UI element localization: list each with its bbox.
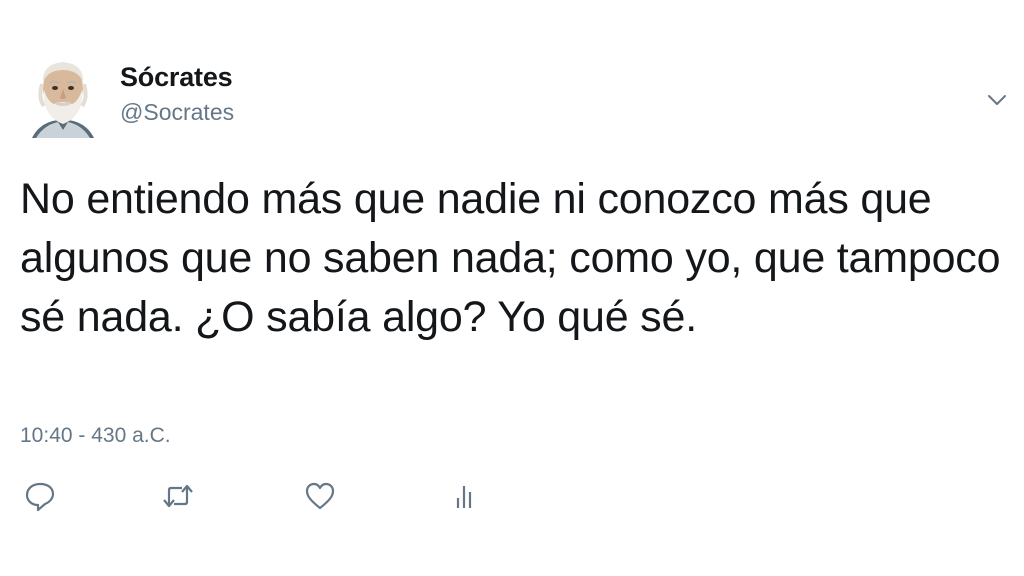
heart-icon[interactable] [302,478,338,514]
socrates-bust-avatar [32,62,94,138]
analytics-icon[interactable] [446,478,482,514]
tweet-timestamp[interactable]: 10:40 - 430 a.C. [20,424,171,448]
reply-icon[interactable] [22,478,58,514]
author-handle[interactable]: @Socrates [120,99,234,126]
tweet-text: No entiendo más que nadie ni conozco más… [20,175,1001,341]
chevron-down-icon[interactable] [984,90,1010,110]
retweet-icon[interactable] [160,478,196,514]
avatar[interactable] [28,58,98,140]
author-name[interactable]: Sócrates [120,62,233,93]
